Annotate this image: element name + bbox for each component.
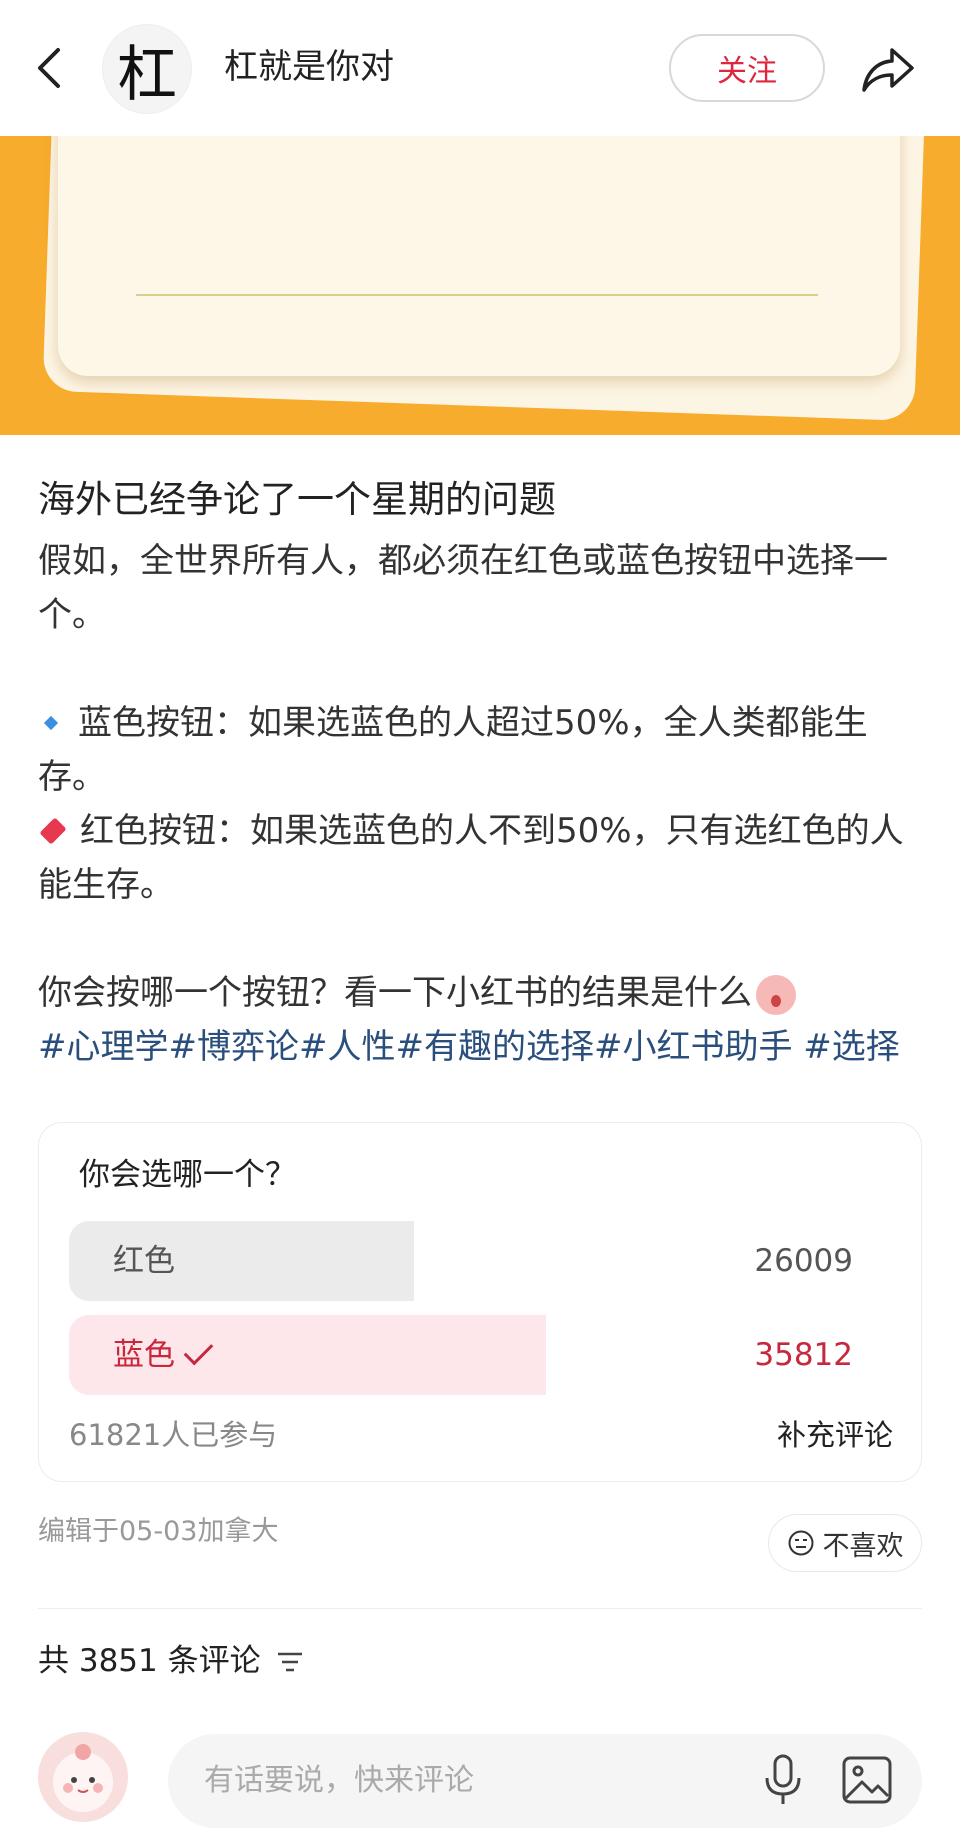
blue-diamond-icon bbox=[43, 715, 59, 730]
poll-option-blue-label: 蓝色 bbox=[113, 1337, 175, 1373]
share-button[interactable] bbox=[858, 42, 918, 98]
note-line bbox=[136, 294, 818, 296]
poll-participants: 61821人已参与 bbox=[69, 1418, 278, 1452]
avatar-illustration bbox=[53, 1744, 113, 1812]
red-rule: 红色按钮：如果选蓝色的人不到50%，只有选红色的人能生存。 bbox=[38, 804, 928, 912]
comment-count: 共 3851 条评论 bbox=[38, 1643, 261, 1679]
poll-option-blue-votes: 35812 bbox=[754, 1337, 853, 1373]
dislike-face-icon bbox=[788, 1530, 813, 1556]
voice-button[interactable] bbox=[758, 1750, 808, 1810]
comment-input[interactable]: 有话要说，快来评论 bbox=[168, 1734, 922, 1828]
author-name[interactable]: 杠就是你对 bbox=[224, 42, 394, 92]
my-avatar[interactable] bbox=[38, 1732, 128, 1822]
image-button[interactable] bbox=[840, 1754, 894, 1806]
mic-icon bbox=[765, 1754, 801, 1804]
poll-option-blue-label-wrap: 蓝色 bbox=[113, 1315, 214, 1395]
check-icon bbox=[183, 1335, 214, 1366]
red-rule-text: 红色按钮：如果选蓝色的人不到50%，只有选红色的人能生存。 bbox=[38, 811, 904, 905]
comment-composer: 有话要说，快来评论 bbox=[0, 1720, 960, 1848]
post-question: 你会按哪一个按钮？看一下小红书的结果是什么 bbox=[38, 966, 928, 1020]
sort-button[interactable] bbox=[274, 1648, 306, 1676]
sort-icon bbox=[278, 1652, 302, 1672]
post-image[interactable] bbox=[0, 136, 960, 435]
top-bar: 杠 杠就是你对 关注 bbox=[0, 0, 960, 136]
supplement-comment-button[interactable]: 补充评论 bbox=[777, 1413, 893, 1457]
emoji-icon bbox=[756, 974, 796, 1015]
follow-button[interactable]: 关注 bbox=[669, 34, 825, 102]
poll-option-red-label: 红色 bbox=[113, 1243, 175, 1279]
author-avatar-text: 杠 bbox=[117, 39, 177, 110]
dislike-label: 不喜欢 bbox=[822, 1530, 904, 1562]
post-intro: 假如，全世界所有人，都必须在红色或蓝色按钮中选择一个。 bbox=[38, 541, 888, 635]
red-diamond-icon bbox=[39, 816, 67, 845]
poll-card: 你会选哪一个？ 红色 26009 蓝色 35812 61821人已参与 补充评论 bbox=[38, 1122, 922, 1482]
dislike-button[interactable]: 不喜欢 bbox=[768, 1514, 922, 1572]
poll-option-blue[interactable]: 蓝色 35812 bbox=[69, 1315, 891, 1395]
post-title: 海外已经争论了一个星期的问题 bbox=[38, 478, 556, 521]
edited-info: 编辑于05-03加拿大 bbox=[38, 1516, 279, 1547]
comment-input-placeholder: 有话要说，快来评论 bbox=[204, 1763, 474, 1798]
post-tags[interactable]: #心理学#博弈论#人性#有趣的选择#小红书助手 #选择 bbox=[38, 1020, 928, 1074]
share-icon bbox=[862, 48, 914, 92]
back-button[interactable] bbox=[28, 40, 72, 96]
image-icon bbox=[842, 1756, 892, 1804]
poll-option-red[interactable]: 红色 26009 bbox=[69, 1221, 891, 1301]
poll-option-red-votes: 26009 bbox=[754, 1243, 853, 1279]
blue-rule: 蓝色按钮：如果选蓝色的人超过50%，全人类都能生存。 bbox=[38, 696, 928, 804]
divider bbox=[38, 1608, 922, 1609]
back-icon bbox=[38, 48, 60, 88]
poll-question: 你会选哪一个？ bbox=[79, 1157, 296, 1193]
post-question-text: 你会按哪一个按钮？看一下小红书的结果是什么 bbox=[38, 973, 752, 1013]
author-avatar[interactable]: 杠 bbox=[102, 24, 192, 114]
note-paper bbox=[58, 136, 900, 376]
blue-rule-text: 蓝色按钮：如果选蓝色的人超过50%，全人类都能生存。 bbox=[38, 703, 868, 797]
post-content: 海外已经争论了一个星期的问题 假如，全世界所有人，都必须在红色或蓝色按钮中选择一… bbox=[38, 470, 928, 1074]
